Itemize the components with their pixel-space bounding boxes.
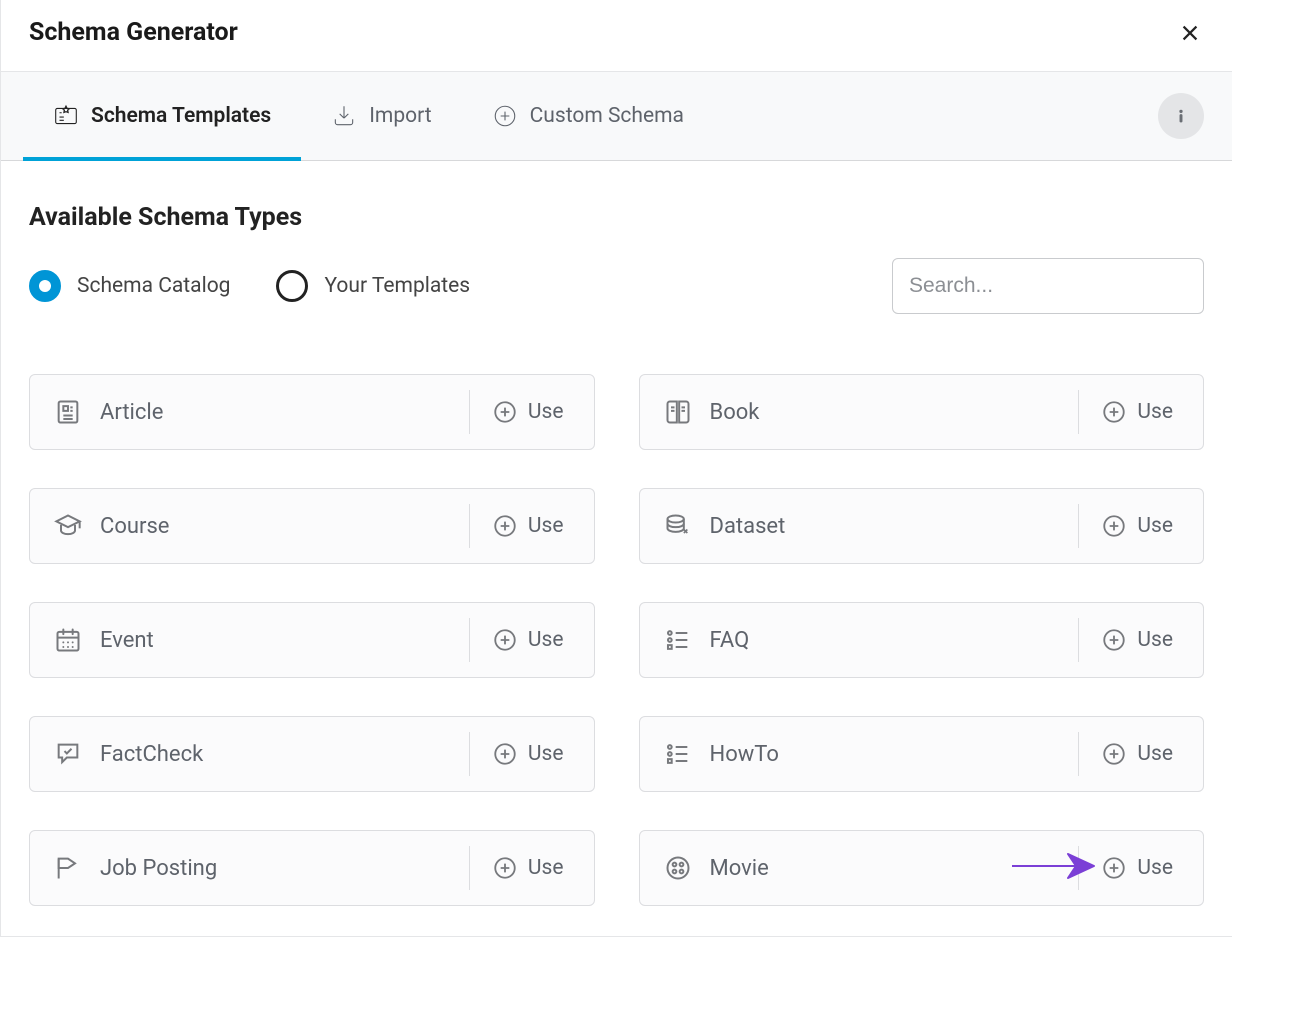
book-icon (664, 398, 692, 426)
plus-circle-icon (492, 103, 518, 129)
use-label: Use (528, 856, 564, 880)
factcheck-icon (54, 740, 82, 768)
plus-circle-icon (492, 741, 518, 767)
search-input[interactable] (892, 258, 1204, 314)
plus-circle-icon (492, 627, 518, 653)
card-left: FactCheck (30, 740, 469, 768)
dataset-icon (664, 512, 692, 540)
course-icon (54, 512, 82, 540)
use-label: Use (528, 514, 564, 538)
plus-circle-icon (492, 399, 518, 425)
tab-import[interactable]: Import (301, 72, 461, 160)
card-left: HowTo (640, 740, 1079, 768)
use-label: Use (1137, 856, 1173, 880)
card-left: Event (30, 626, 469, 654)
plus-circle-icon (1101, 399, 1127, 425)
info-icon (1170, 105, 1192, 127)
use-label: Use (528, 628, 564, 652)
plus-circle-icon (1101, 627, 1127, 653)
modal-title: Schema Generator (29, 18, 238, 47)
use-label: Use (1137, 742, 1173, 766)
use-button[interactable]: Use (469, 504, 586, 548)
card-label: Event (100, 628, 154, 653)
schema-card-article: Article Use (29, 374, 595, 450)
schema-card-course: Course Use (29, 488, 595, 564)
card-left: Movie (640, 854, 1079, 882)
event-icon (54, 626, 82, 654)
use-button[interactable]: Use (469, 390, 586, 434)
schema-card-howto: HowTo Use (639, 716, 1205, 792)
use-button[interactable]: Use (1078, 846, 1195, 890)
schema-generator-modal: Schema Generator Schema Templates Import… (0, 0, 1232, 937)
schema-card-movie: Movie Use (639, 830, 1205, 906)
use-button[interactable]: Use (1078, 618, 1195, 662)
use-label: Use (1137, 400, 1173, 424)
schema-card-factcheck: FactCheck Use (29, 716, 595, 792)
article-icon (54, 398, 82, 426)
use-button[interactable]: Use (469, 618, 586, 662)
job-posting-icon (54, 854, 82, 882)
faq-icon (664, 626, 692, 654)
plus-circle-icon (1101, 855, 1127, 881)
card-label: Book (710, 400, 760, 425)
card-left: Article (30, 398, 469, 426)
schema-card-faq: FAQ Use (639, 602, 1205, 678)
card-label: FAQ (710, 628, 750, 653)
use-label: Use (1137, 514, 1173, 538)
titlebar: Schema Generator (1, 0, 1232, 71)
plus-circle-icon (1101, 513, 1127, 539)
tab-schema-templates[interactable]: Schema Templates (23, 72, 301, 160)
use-label: Use (528, 742, 564, 766)
plus-circle-icon (1101, 741, 1127, 767)
schema-grid: Article Use Book Use (29, 374, 1204, 906)
use-button[interactable]: Use (469, 846, 586, 890)
card-label: FactCheck (100, 742, 203, 767)
tab-label: Custom Schema (530, 104, 684, 128)
card-label: Job Posting (100, 856, 217, 881)
card-left: FAQ (640, 626, 1079, 654)
card-left: Book (640, 398, 1079, 426)
card-label: Course (100, 514, 169, 539)
radio-dot-icon (276, 270, 308, 302)
close-button[interactable] (1176, 19, 1204, 47)
section-heading: Available Schema Types (29, 203, 1204, 232)
use-button[interactable]: Use (1078, 504, 1195, 548)
card-left: Course (30, 512, 469, 540)
tab-custom-schema[interactable]: Custom Schema (462, 72, 714, 160)
close-icon (1179, 22, 1201, 44)
card-left: Dataset (640, 512, 1079, 540)
plus-circle-icon (492, 855, 518, 881)
use-button[interactable]: Use (1078, 732, 1195, 776)
schema-card-job-posting: Job Posting Use (29, 830, 595, 906)
card-label: Movie (710, 856, 769, 881)
howto-icon (664, 740, 692, 768)
use-label: Use (1137, 628, 1173, 652)
use-label: Use (528, 400, 564, 424)
import-icon (331, 103, 357, 129)
use-button[interactable]: Use (1078, 390, 1195, 434)
card-label: Article (100, 400, 163, 425)
radio-your-templates[interactable]: Your Templates (276, 270, 470, 302)
card-label: Dataset (710, 514, 786, 539)
template-icon (53, 103, 79, 129)
card-left: Job Posting (30, 854, 469, 882)
plus-circle-icon (492, 513, 518, 539)
filter-row: Schema Catalog Your Templates (29, 258, 1204, 314)
movie-icon (664, 854, 692, 882)
radio-schema-catalog[interactable]: Schema Catalog (29, 270, 230, 302)
schema-card-event: Event Use (29, 602, 595, 678)
schema-card-dataset: Dataset Use (639, 488, 1205, 564)
radio-label: Schema Catalog (77, 274, 230, 298)
use-button[interactable]: Use (469, 732, 586, 776)
tab-label: Import (369, 104, 431, 128)
content-area: Available Schema Types Schema Catalog Yo… (1, 161, 1232, 936)
tab-strip: Schema Templates Import Custom Schema (1, 71, 1232, 161)
schema-card-book: Book Use (639, 374, 1205, 450)
info-button[interactable] (1158, 93, 1204, 139)
tab-label: Schema Templates (91, 104, 271, 128)
radio-label: Your Templates (324, 274, 470, 298)
radio-dot-icon (29, 270, 61, 302)
card-label: HowTo (710, 742, 779, 767)
